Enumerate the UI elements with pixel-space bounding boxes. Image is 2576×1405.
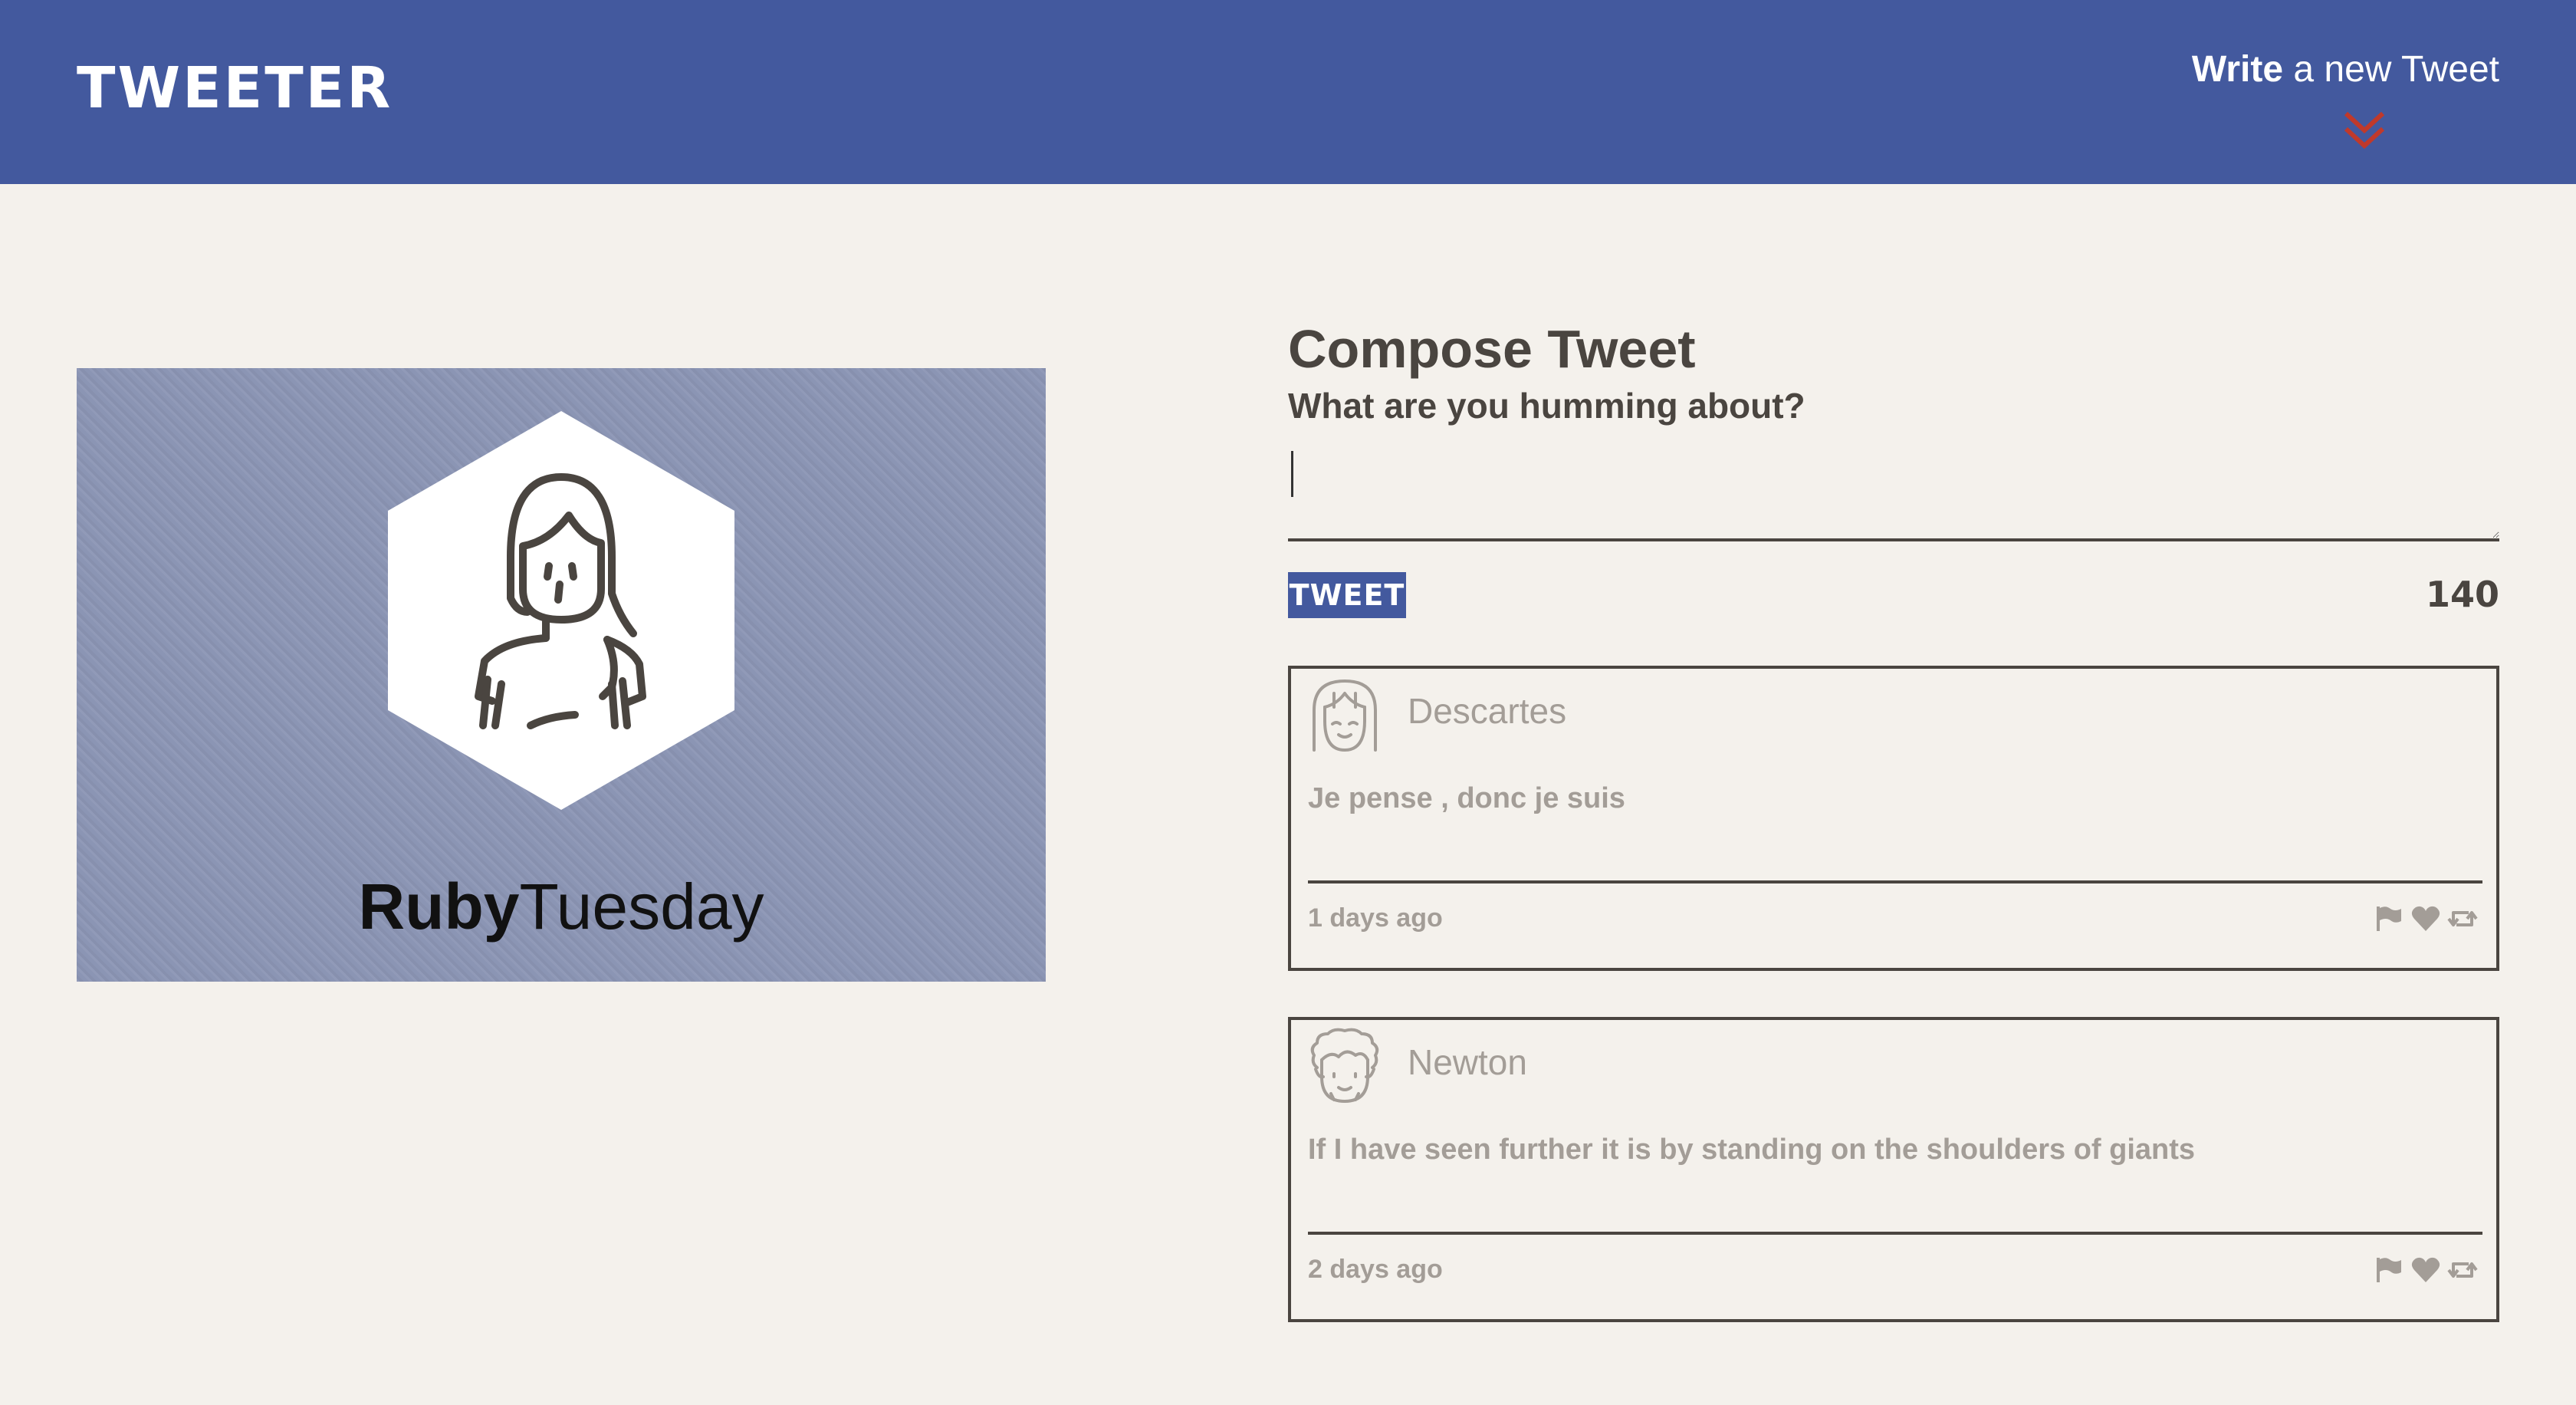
navbar: TWEETER Write a new Tweet xyxy=(0,0,2576,184)
tweet-divider xyxy=(1308,880,2482,883)
tweet-textarea[interactable] xyxy=(1288,437,2499,541)
tweet-card: Newton If I have seen further it is by s… xyxy=(1288,1017,2499,1322)
compose-label: What are you humming about? xyxy=(1288,386,1806,426)
woman-avatar-icon xyxy=(388,411,734,810)
brand-logo[interactable]: TWEETER xyxy=(77,60,393,117)
profile-last-name: Tuesday xyxy=(519,870,764,943)
tweet-timestamp: 2 days ago xyxy=(1308,1255,1443,1284)
flag-icon[interactable] xyxy=(2374,1255,2404,1285)
retweet-icon[interactable] xyxy=(2447,903,2478,934)
heart-icon[interactable] xyxy=(2410,1255,2441,1285)
text-caret xyxy=(1291,451,1293,497)
curly-hair-avatar-icon xyxy=(1310,1028,1379,1103)
compose-title: Compose Tweet xyxy=(1288,319,1696,380)
compose-toggle-button[interactable]: Write a new Tweet xyxy=(2177,48,2499,155)
tweet-actions xyxy=(2374,1255,2481,1285)
tweet-text: Je pense , donc je suis xyxy=(1308,782,1625,814)
flag-icon[interactable] xyxy=(2374,903,2404,934)
compose-toggle-rest: a new Tweet xyxy=(2283,49,2499,90)
compose-toggle-strong: Write xyxy=(2191,49,2284,90)
retweet-icon[interactable] xyxy=(2447,1255,2478,1285)
tweet-timestamp: 1 days ago xyxy=(1308,903,1443,933)
heart-icon[interactable] xyxy=(2410,903,2441,934)
char-counter: 140 xyxy=(2425,574,2499,615)
compose-toggle-label: Write a new Tweet xyxy=(2192,48,2499,92)
tweet-card: Descartes Je pense , donc je suis 1 days… xyxy=(1288,666,2499,971)
girl-avatar-icon xyxy=(1313,679,1377,752)
double-chevron-down-icon[interactable] xyxy=(2341,107,2387,153)
tweet-author[interactable]: Newton xyxy=(1408,1045,1527,1080)
tweet-actions xyxy=(2374,903,2481,934)
profile-first-name: Ruby xyxy=(358,870,520,943)
tweet-submit-button[interactable]: TWEET xyxy=(1288,572,1406,618)
profile-name: RubyTuesday xyxy=(77,874,1046,939)
tweet-author[interactable]: Descartes xyxy=(1408,693,1566,729)
tweet-text: If I have seen further it is by standing… xyxy=(1308,1134,2196,1166)
tweet-divider xyxy=(1308,1232,2482,1235)
profile-card: RubyTuesday xyxy=(77,368,1046,982)
